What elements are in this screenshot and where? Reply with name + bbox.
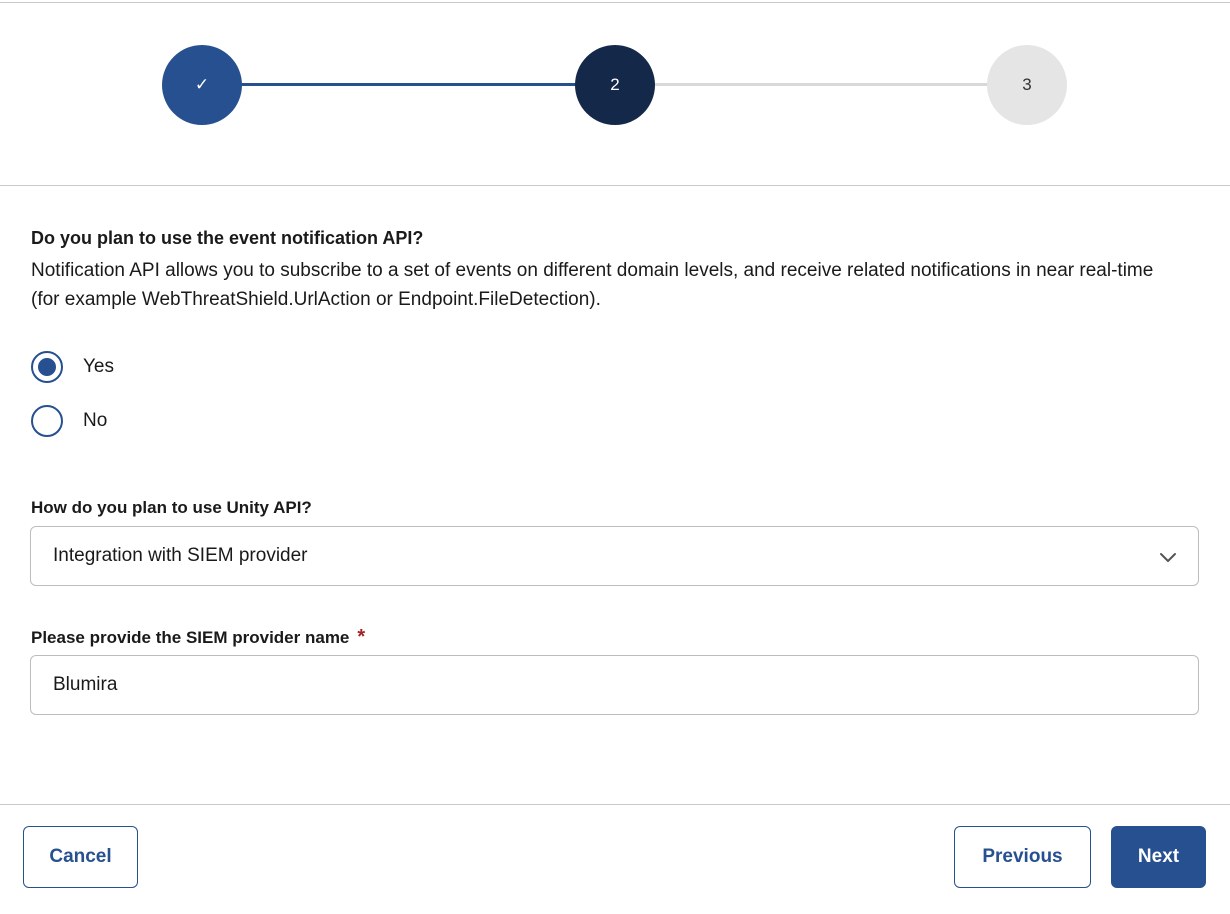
wizard-page: ✓ 2 3 Do you plan to use the event notif…: [0, 0, 1230, 914]
question-description: Notification API allows you to subscribe…: [31, 260, 1154, 310]
radio-button-checked[interactable]: [31, 351, 63, 383]
usage-select[interactable]: Integration with SIEM provider: [30, 526, 1199, 586]
step-2-current: 2: [575, 45, 655, 125]
usage-selected-value: Integration with SIEM provider: [53, 545, 308, 566]
step-3-upcoming: 3: [987, 45, 1067, 125]
radio-label-no: No: [83, 410, 108, 431]
usage-field-label: How do you plan to use Unity API?: [31, 498, 312, 517]
checkmark-icon: ✓: [194, 75, 210, 94]
siem-field-label: Please provide the SIEM provider name *: [31, 626, 365, 649]
previous-button[interactable]: Previous: [954, 826, 1091, 888]
required-asterisk-icon: *: [357, 626, 366, 648]
cancel-button[interactable]: Cancel: [23, 826, 138, 888]
radio-option-no[interactable]: No: [31, 405, 107, 437]
radio-option-yes[interactable]: Yes: [31, 351, 114, 383]
step-number: 3: [1022, 75, 1032, 94]
stepper-line-upcoming: [652, 83, 990, 86]
siem-provider-input[interactable]: Blumira: [30, 655, 1199, 715]
chevron-down-icon: [1160, 553, 1176, 562]
siem-provider-value: Blumira: [53, 674, 118, 695]
progress-stepper: ✓ 2 3: [0, 0, 1230, 185]
siem-label-text: Please provide the SIEM provider name: [31, 628, 350, 647]
next-button[interactable]: Next: [1111, 826, 1206, 888]
footer-divider: [0, 804, 1230, 805]
step-number: 2: [610, 75, 620, 94]
stepper-divider: [0, 185, 1230, 186]
step-1-completed: ✓: [162, 45, 242, 125]
stepper-line-completed: [240, 83, 578, 86]
radio-label-yes: Yes: [83, 356, 114, 377]
question-title: Do you plan to use the event notificatio…: [31, 228, 424, 248]
radio-button-unchecked[interactable]: [31, 405, 63, 437]
